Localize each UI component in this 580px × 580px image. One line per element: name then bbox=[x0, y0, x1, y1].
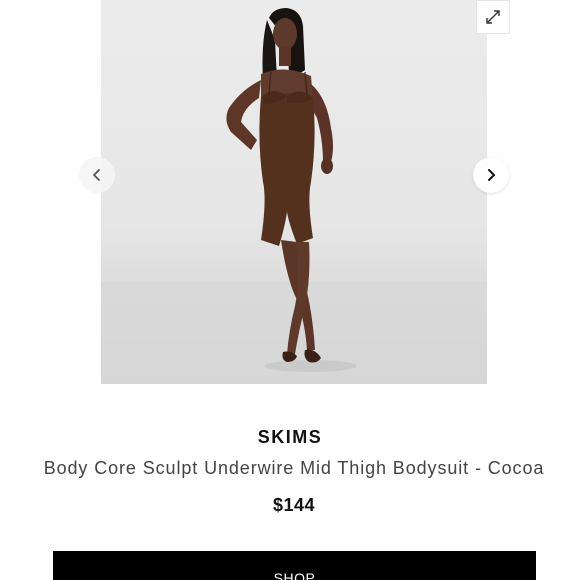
previous-image-button[interactable] bbox=[79, 157, 115, 193]
product-card: SKIMS Body Core Sculpt Underwire Mid Thi… bbox=[0, 0, 580, 580]
chevron-right-icon bbox=[488, 169, 495, 181]
product-title: Body Core Sculpt Underwire Mid Thigh Bod… bbox=[43, 458, 545, 478]
expand-image-button[interactable] bbox=[476, 0, 510, 34]
product-photo[interactable] bbox=[101, 0, 487, 384]
expand-arrows-icon bbox=[486, 10, 500, 24]
brand-name: SKIMS bbox=[257, 427, 323, 447]
product-price: $144 bbox=[272, 495, 316, 515]
chevron-left-icon bbox=[93, 169, 100, 181]
shop-button[interactable]: SHOP bbox=[53, 551, 536, 580]
model-figure bbox=[101, 8, 487, 384]
next-image-button[interactable] bbox=[473, 157, 509, 193]
product-image-gallery bbox=[0, 0, 580, 384]
